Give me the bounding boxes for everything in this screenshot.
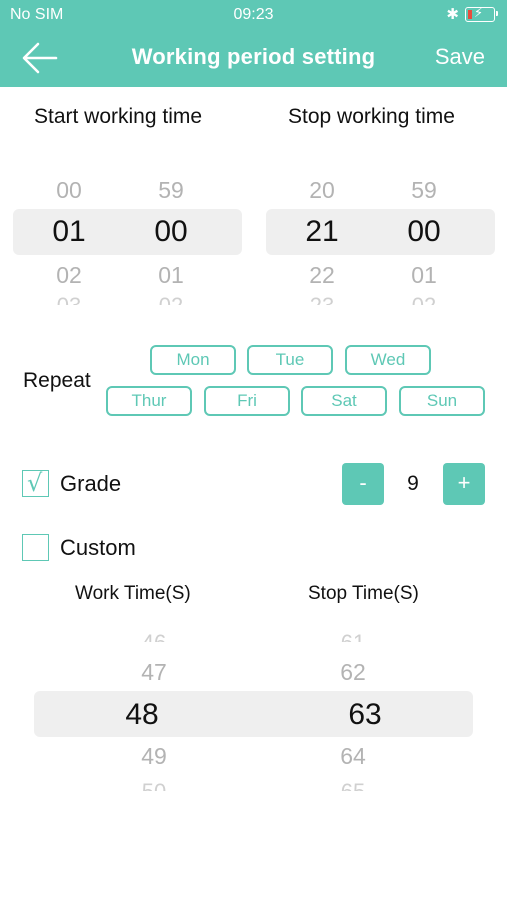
wheel-item: 64: [340, 743, 366, 769]
repeat-label: Repeat: [23, 369, 91, 392]
status-time: 09:23: [233, 6, 274, 23]
grade-checkbox[interactable]: √: [22, 469, 49, 497]
wheel-item: 65: [323, 781, 383, 791]
selected-stop-minute: 00: [407, 215, 441, 248]
day-button-thur[interactable]: Thur: [106, 386, 192, 416]
wheel-item: —: [292, 158, 352, 168]
day-button-sun[interactable]: Sun: [399, 386, 485, 416]
header-bar: No SIM 09:23 ✱ ⚡ Working period setting …: [0, 0, 507, 87]
wheel-item: 03: [39, 295, 99, 305]
wheel-item: 59: [158, 177, 184, 203]
day-button-fri[interactable]: Fri: [204, 386, 290, 416]
custom-label: Custom: [60, 535, 136, 560]
custom-checkbox[interactable]: [22, 534, 49, 561]
stop-time-label: Stop working time: [288, 105, 455, 128]
grade-value: 9: [407, 472, 419, 495]
selected-start-minute: 00: [154, 215, 188, 248]
stop-time-seconds-label: Stop Time(S): [308, 583, 419, 604]
wheel-item: 02: [141, 295, 201, 305]
wheel-item: —: [141, 158, 201, 168]
wheel-item: 47: [141, 659, 167, 685]
save-button[interactable]: Save: [435, 44, 485, 70]
wheel-item: —: [39, 158, 99, 168]
start-time-label: Start working time: [34, 105, 203, 128]
selected-work-time: 48: [125, 698, 159, 731]
day-button-wed[interactable]: Wed: [345, 345, 431, 375]
day-button-tue[interactable]: Tue: [247, 345, 333, 375]
grade-label: Grade: [60, 471, 122, 496]
selected-stop-hour: 21: [305, 215, 339, 248]
wheel-item: 46: [124, 632, 184, 642]
wheel-item: 01: [158, 262, 184, 288]
grade-increment-button[interactable]: +: [443, 463, 485, 505]
wheel-item: 62: [340, 659, 366, 685]
grade-decrement-button[interactable]: -: [342, 463, 384, 505]
check-icon: √: [27, 469, 43, 497]
status-icons: ✱ ⚡: [446, 5, 498, 23]
wheel-item: 01: [411, 262, 437, 288]
wheel-item: 20: [309, 177, 335, 203]
wheel-item: 22: [309, 262, 335, 288]
wheel-item: 00: [56, 177, 82, 203]
day-button-sat[interactable]: Sat: [301, 386, 387, 416]
wheel-item: 49: [141, 743, 167, 769]
page-title: Working period setting: [131, 44, 376, 69]
selected-stop-time: 63: [348, 698, 382, 731]
wheel-item: —: [394, 158, 454, 168]
custom-time-picker[interactable]: [34, 691, 473, 737]
bluetooth-icon: ✱: [446, 5, 459, 23]
wheel-item: 61: [323, 632, 383, 642]
battery-charging-icon: ⚡: [465, 6, 498, 22]
wheel-item: 02: [56, 262, 82, 288]
wheel-item: 02: [394, 295, 454, 305]
day-button-mon[interactable]: Mon: [150, 345, 236, 375]
wheel-item: 23: [292, 295, 352, 305]
wheel-item: 50: [124, 781, 184, 791]
work-time-label: Work Time(S): [75, 583, 191, 604]
selected-start-hour: 01: [52, 215, 86, 248]
wheel-item: 59: [411, 177, 437, 203]
